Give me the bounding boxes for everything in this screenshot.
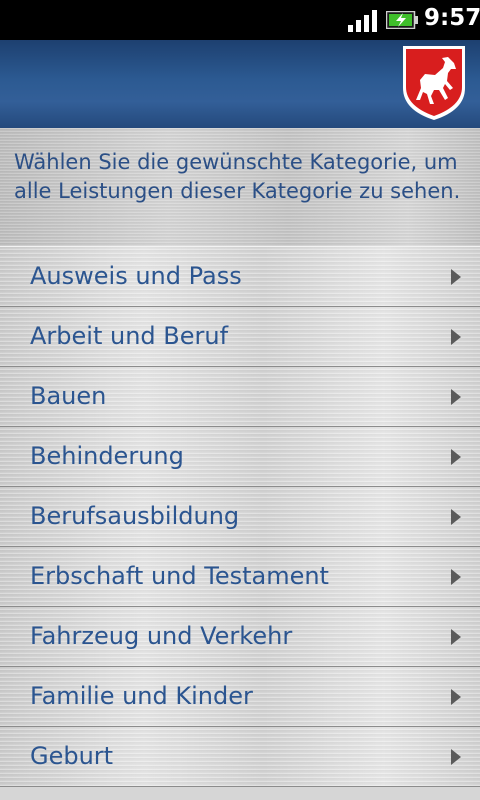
chevron-right-icon xyxy=(451,569,461,585)
list-item-label: Fahrzeug und Verkehr xyxy=(30,622,293,650)
list-item[interactable]: Berufsausbildung xyxy=(0,487,480,547)
list-item-label: Erbschaft und Testament xyxy=(30,562,329,590)
category-list: Ausweis und Pass Arbeit und Beruf Bauen … xyxy=(0,246,480,787)
list-item-label: Arbeit und Beruf xyxy=(30,322,229,350)
battery-charging-icon xyxy=(386,11,418,29)
chevron-right-icon xyxy=(451,389,461,405)
list-item[interactable]: Erbschaft und Testament xyxy=(0,547,480,607)
list-item-label: Ausweis und Pass xyxy=(30,262,242,290)
list-item[interactable]: Arbeit und Beruf xyxy=(0,307,480,367)
chevron-right-icon xyxy=(451,509,461,525)
chevron-right-icon xyxy=(451,629,461,645)
list-item-label: Behinderung xyxy=(30,442,184,470)
chevron-right-icon xyxy=(451,269,461,285)
list-item[interactable]: Familie und Kinder xyxy=(0,667,480,727)
list-item-label: Bauen xyxy=(30,382,107,410)
chevron-right-icon xyxy=(451,449,461,465)
list-item[interactable]: Geburt xyxy=(0,727,480,787)
status-time: 9:57 xyxy=(424,5,480,31)
list-item[interactable]: Behinderung xyxy=(0,427,480,487)
list-item[interactable]: Bauen xyxy=(0,367,480,427)
list-item-label: Familie und Kinder xyxy=(30,682,253,710)
status-bar: 9:57 xyxy=(0,0,480,40)
chevron-right-icon xyxy=(451,749,461,765)
lower-saxony-horse-crest-icon xyxy=(403,46,465,120)
signal-bars-icon xyxy=(348,10,377,32)
list-item[interactable]: Ausweis und Pass xyxy=(0,246,480,307)
chevron-right-icon xyxy=(451,689,461,705)
list-item-label: Berufsausbildung xyxy=(30,502,240,530)
list-item-label: Geburt xyxy=(30,742,114,770)
intro-panel: Wählen Sie die gewünschte Kategorie, um … xyxy=(0,128,480,247)
chevron-right-icon xyxy=(451,329,461,345)
list-item[interactable]: Fahrzeug und Verkehr xyxy=(0,607,480,667)
intro-text: Wählen Sie die gewünschte Kategorie, um … xyxy=(14,150,461,203)
